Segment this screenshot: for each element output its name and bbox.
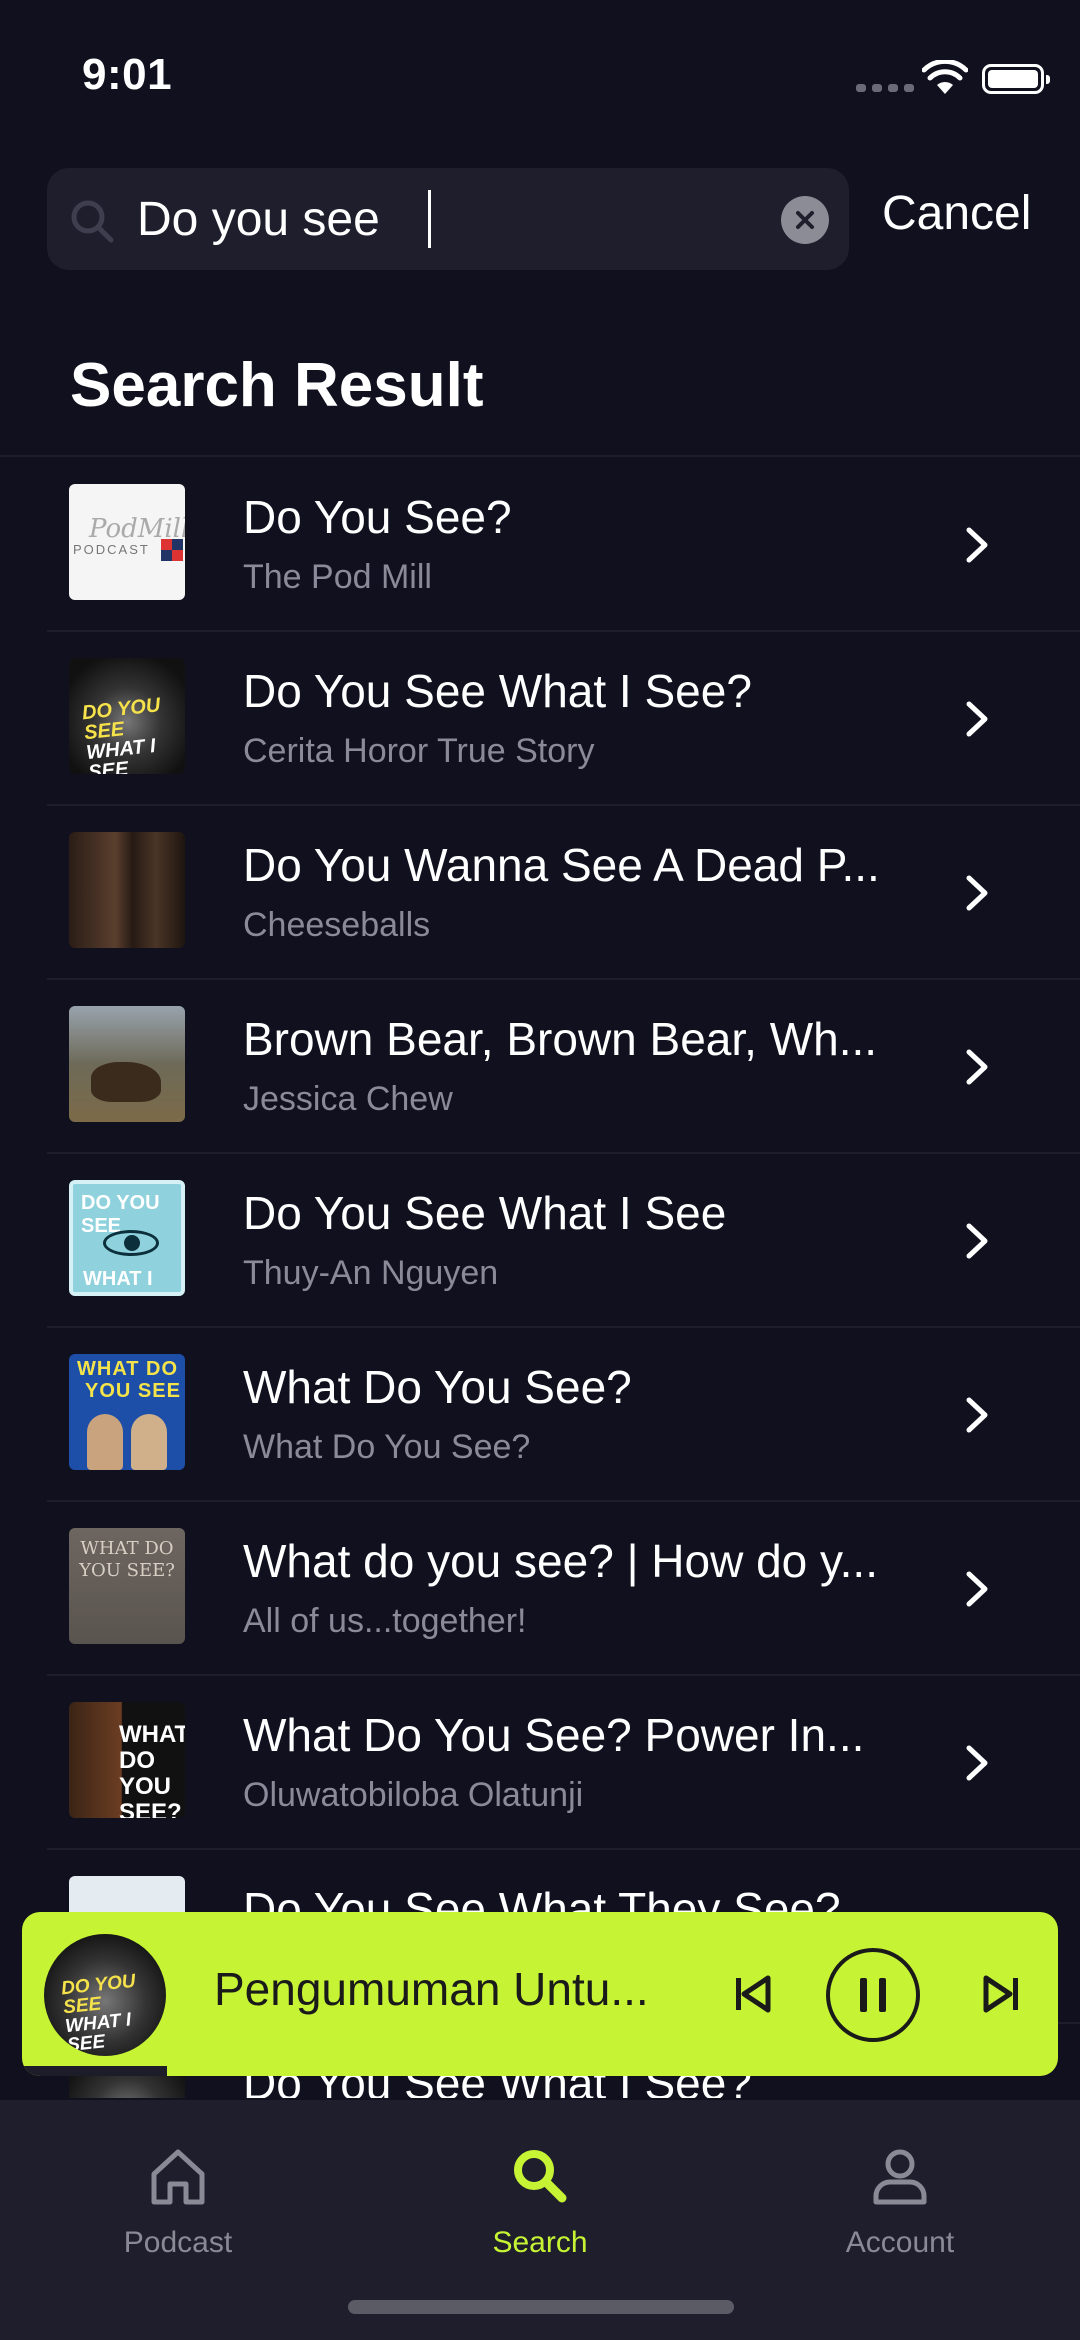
podcast-cover-image: [69, 1006, 185, 1122]
podcast-cover-image: WHAT DO YOU SEE?: [69, 1528, 185, 1644]
result-row[interactable]: Do You Wanna See A Dead P... Cheeseballs: [0, 806, 1080, 980]
result-author: Cerita Horor True Story: [243, 732, 595, 770]
podcast-cover-image: WHAT DO YOU SEE: [69, 1354, 185, 1470]
result-row[interactable]: WHAT DO YOU SEE What Do You See? What Do…: [0, 1328, 1080, 1502]
cancel-button[interactable]: Cancel: [882, 186, 1031, 241]
result-row[interactable]: WHAT DO YOU SEE? What do you see? | How …: [0, 1502, 1080, 1676]
now-playing-title: Pengumuman Untu...: [214, 1963, 649, 2015]
chevron-right-icon: [966, 1397, 988, 1433]
result-row[interactable]: DO YOU SEE WHAT I SEE Do You See What I S…: [0, 632, 1080, 806]
search-results-list[interactable]: PodMill PODCAST Do You See? The Pod Mill…: [0, 458, 1080, 2098]
skip-forward-icon: [983, 1975, 1018, 2013]
mini-player[interactable]: DO YOU SEE WHAT I SEE Pengumuman Untu...: [22, 1912, 1058, 2076]
search-icon: [514, 2150, 567, 2203]
result-row[interactable]: DO YOU SEE WHAT I SEE Do You See What I …: [0, 1154, 1080, 1328]
result-author: Jessica Chew: [243, 1080, 453, 1118]
result-title: Brown Bear, Brown Bear, Wh...: [243, 1013, 878, 1065]
previous-track-button[interactable]: [722, 1964, 782, 2024]
result-row[interactable]: WHAT DO YOU SEE? What Do You See? Power …: [0, 1676, 1080, 1850]
search-box[interactable]: [47, 168, 849, 270]
tab-search[interactable]: Search: [420, 2130, 660, 2270]
result-author: Thuy-An Nguyen: [243, 1254, 499, 1292]
result-title: What Do You See? Power In...: [243, 1709, 865, 1761]
divider: [0, 455, 1080, 457]
tab-label: Podcast: [123, 2226, 233, 2259]
section-title: Search Result: [70, 351, 484, 420]
result-author: What Do You See?: [243, 1428, 531, 1466]
podcast-cover-image: WHAT DO YOU SEE?: [69, 1702, 185, 1818]
tab-label: Account: [845, 2226, 955, 2259]
podcast-cover-image: [69, 832, 185, 948]
battery-icon: [982, 64, 1050, 94]
tab-account[interactable]: Account: [780, 2130, 1020, 2270]
next-track-button[interactable]: [972, 1964, 1032, 2024]
result-author: All of us...together!: [243, 1602, 527, 1640]
close-icon: [796, 211, 814, 229]
chevron-right-icon: [966, 875, 988, 911]
playback-progress-bar: [22, 2066, 1058, 2076]
search-input[interactable]: [137, 186, 697, 252]
chevron-right-icon: [966, 1049, 988, 1085]
podcast-cover-image: DO YOU SEE WHAT I SEE: [69, 658, 185, 774]
result-author: Oluwatobiloba Olatunji: [243, 1776, 584, 1814]
home-indicator[interactable]: [348, 2300, 734, 2314]
now-playing-artwork: DO YOU SEE WHAT I SEE: [44, 1934, 166, 2056]
podcast-cover-image: DO YOU SEE WHAT I SEE: [69, 1180, 185, 1296]
result-author: The Pod Mill: [243, 558, 432, 596]
result-row[interactable]: Brown Bear, Brown Bear, Wh... Jessica Ch…: [0, 980, 1080, 1154]
result-row[interactable]: PodMill PODCAST Do You See? The Pod Mill: [0, 458, 1080, 632]
playback-progress-fill: [22, 2066, 168, 2076]
podcast-cover-image: PodMill PODCAST: [69, 484, 185, 600]
clear-search-button[interactable]: [781, 196, 829, 244]
search-icon: [71, 200, 114, 243]
chevron-right-icon: [966, 701, 988, 737]
result-title: What Do You See?: [243, 1361, 632, 1413]
status-bar: 9:01: [0, 0, 1080, 150]
cellular-signal-icon: [856, 84, 914, 92]
result-title: Do You See What I See?: [243, 665, 752, 717]
tab-label: Search: [492, 2226, 588, 2259]
status-time: 9:01: [82, 50, 173, 99]
chevron-right-icon: [966, 1223, 988, 1259]
result-title: Do You Wanna See A Dead P...: [243, 839, 880, 891]
skip-back-icon: [736, 1975, 771, 2013]
person-icon: [873, 2149, 927, 2205]
wifi-icon: [922, 60, 968, 94]
result-title: Do You See?: [243, 491, 512, 543]
pause-icon: [860, 1978, 886, 2012]
chevron-right-icon: [966, 1571, 988, 1607]
result-author: Cheeseballs: [243, 906, 431, 944]
chevron-right-icon: [966, 527, 988, 563]
tab-podcast[interactable]: Podcast: [58, 2130, 298, 2270]
result-title: What do you see? | How do y...: [243, 1535, 878, 1587]
pause-button[interactable]: [826, 1948, 920, 2042]
text-caret: [428, 190, 431, 248]
home-icon: [151, 2149, 205, 2205]
chevron-right-icon: [966, 1745, 988, 1781]
result-title: Do You See What I See: [243, 1187, 727, 1239]
